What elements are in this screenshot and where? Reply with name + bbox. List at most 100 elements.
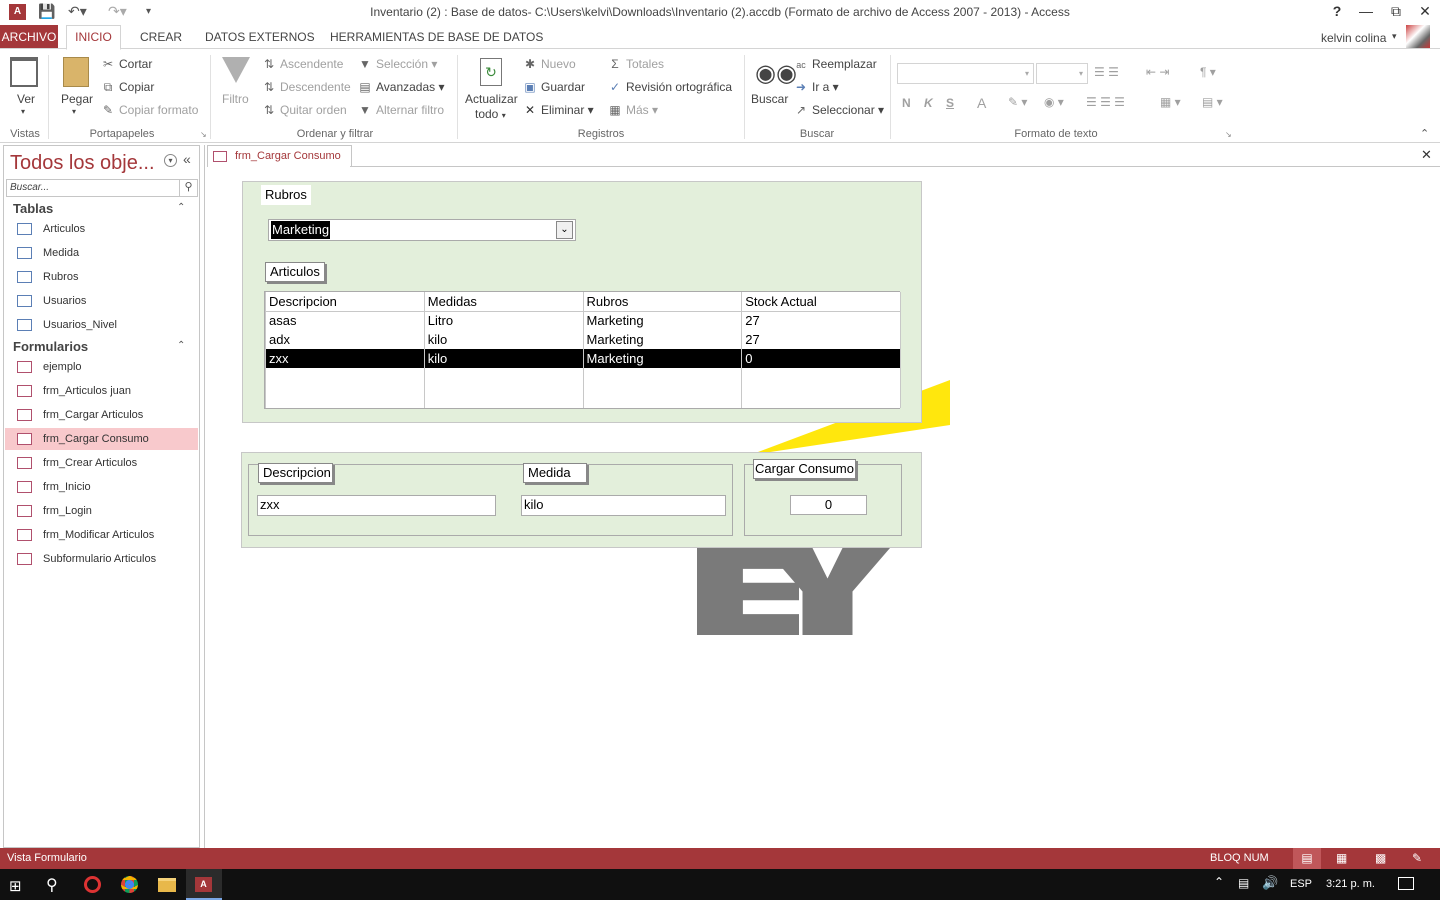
nav-table-item[interactable]: Usuarios xyxy=(5,290,198,312)
close-button[interactable]: ✕ xyxy=(1411,3,1439,20)
table-cell[interactable]: Marketing xyxy=(582,349,743,368)
chevron-up-icon[interactable]: ⌃ xyxy=(1214,875,1224,889)
datasheet-view-icon[interactable]: ▦ xyxy=(1336,851,1347,865)
table-row[interactable]: asas Litro Marketing 27 xyxy=(265,311,901,330)
nav-form-item[interactable]: frm_Inicio xyxy=(5,476,198,498)
tab-datos-externos[interactable]: DATOS EXTERNOS xyxy=(205,30,315,44)
cargar-consumo-field[interactable]: 0 xyxy=(790,495,867,515)
nav-form-item[interactable]: frm_Articulos juan xyxy=(5,380,198,402)
nav-search-box[interactable]: Buscar... ⚲ xyxy=(6,179,198,197)
paste-icon[interactable] xyxy=(63,57,89,87)
alternate-row-icon[interactable]: ▤ ▾ xyxy=(1202,95,1223,109)
search-icon[interactable]: ⚲ xyxy=(179,180,197,196)
user-name[interactable]: kelvin colina xyxy=(1321,31,1386,45)
italic-button[interactable]: K xyxy=(924,96,933,110)
help-button[interactable]: ? xyxy=(1323,3,1351,19)
ver-button[interactable]: Ver xyxy=(17,92,35,106)
table-cell[interactable]: Marketing xyxy=(582,311,743,330)
file-explorer-icon[interactable] xyxy=(158,878,176,892)
table-cell[interactable]: 0 xyxy=(741,349,901,368)
collapse-group-icon[interactable]: ⌃ xyxy=(177,340,185,351)
table-row-empty[interactable] xyxy=(265,368,901,408)
dialog-launcher-icon[interactable]: ↘ xyxy=(200,130,207,139)
descendente-button[interactable]: ⇅ Descendente xyxy=(262,80,351,94)
document-tab[interactable]: frm_Cargar Consumo xyxy=(207,145,352,167)
tab-inicio[interactable]: INICIO xyxy=(66,25,121,50)
refresh-icon[interactable]: ↻ xyxy=(480,58,502,86)
gridlines-icon[interactable]: ▦ ▾ xyxy=(1160,95,1181,109)
clock[interactable]: 3:21 p. m. xyxy=(1326,878,1375,890)
table-cell[interactable]: Litro xyxy=(423,311,584,330)
bullets-icon[interactable]: ☰ ☰ xyxy=(1094,65,1119,79)
collapse-ribbon-icon[interactable]: ⌃ xyxy=(1420,127,1429,140)
nav-form-item[interactable]: frm_Login xyxy=(5,500,198,522)
nav-menu-icon[interactable]: ▾ xyxy=(164,154,177,167)
rubros-combobox[interactable]: Marketing ⌄ xyxy=(268,219,576,241)
column-header[interactable]: Rubros xyxy=(582,292,743,312)
ir-a-button[interactable]: ➜ Ir a ▾ xyxy=(794,80,839,94)
highlight-icon[interactable]: ✎ ▾ xyxy=(1008,95,1027,109)
reemplazar-button[interactable]: ac Reemplazar xyxy=(794,57,876,71)
actualizar-button[interactable]: Actualizar xyxy=(465,92,518,106)
nav-form-item[interactable]: ejemplo xyxy=(5,356,198,378)
table-cell[interactable] xyxy=(265,368,425,408)
nav-table-item[interactable]: Rubros xyxy=(5,266,198,288)
font-size-select[interactable]: ▾ xyxy=(1036,63,1088,84)
table-row[interactable]: adx kilo Marketing 27 xyxy=(265,330,901,349)
chevron-down-icon[interactable]: ▾ xyxy=(1392,31,1397,42)
nav-form-item[interactable]: frm_Modificar Articulos xyxy=(5,524,198,546)
close-document-icon[interactable]: ✕ xyxy=(1421,147,1432,163)
nav-form-item[interactable]: Subformulario Articulos xyxy=(5,548,198,570)
pegar-button[interactable]: Pegar xyxy=(61,92,93,106)
table-cell[interactable]: zxx xyxy=(265,349,425,368)
ascendente-button[interactable]: ⇅ Ascendente xyxy=(262,57,343,71)
copiar-button[interactable]: ⧉ Copiar xyxy=(101,80,155,95)
indent-icon[interactable]: ⇤ ⇥ xyxy=(1146,65,1169,79)
nav-group-formularios[interactable]: Formularios xyxy=(13,339,88,354)
minimize-button[interactable]: — xyxy=(1352,3,1380,19)
cortar-button[interactable]: ✂ Cortar xyxy=(101,57,152,71)
avatar[interactable] xyxy=(1406,25,1430,49)
nav-title[interactable]: Todos los obje... xyxy=(10,152,155,175)
table-cell[interactable] xyxy=(741,368,901,408)
nav-table-item[interactable]: Articulos xyxy=(5,218,198,240)
layout-view-icon[interactable]: ▩ xyxy=(1375,851,1386,865)
seleccion-button[interactable]: ▼ Selección ▾ xyxy=(358,57,437,71)
revision-button[interactable]: ✓ Revisión ortográfica xyxy=(608,80,732,94)
alternar-filtro-button[interactable]: ▼ Alternar filtro xyxy=(358,103,444,117)
eliminar-button[interactable]: ✕ Eliminar ▾ xyxy=(523,103,594,117)
tab-crear[interactable]: CREAR xyxy=(140,30,182,44)
form-view-icon[interactable]: ▤ xyxy=(1293,848,1321,869)
filter-icon[interactable] xyxy=(222,57,250,83)
chevron-down-icon[interactable]: ⌄ xyxy=(556,221,573,239)
chrome-icon[interactable] xyxy=(121,876,138,893)
windows-start-icon[interactable]: ⊞ xyxy=(9,877,22,895)
column-header[interactable]: Medidas xyxy=(423,292,584,312)
search-input[interactable]: Buscar... xyxy=(10,182,49,193)
bold-button[interactable]: N xyxy=(902,96,911,110)
app-icon-red[interactable] xyxy=(84,876,101,893)
tab-archivo[interactable]: ARCHIVO xyxy=(0,25,58,49)
totales-button[interactable]: Σ Totales xyxy=(608,57,664,71)
view-icon[interactable] xyxy=(10,57,38,87)
collapse-group-icon[interactable]: ⌃ xyxy=(177,202,185,213)
table-cell[interactable]: asas xyxy=(265,311,425,330)
binoculars-icon[interactable]: ◉◉ xyxy=(755,59,797,88)
table-cell[interactable] xyxy=(423,368,584,408)
avanzadas-button[interactable]: ▤ Avanzadas ▾ xyxy=(358,80,444,94)
table-cell[interactable]: adx xyxy=(265,330,425,349)
seleccionar-button[interactable]: ↗ Seleccionar ▾ xyxy=(794,103,884,117)
table-cell[interactable]: 27 xyxy=(741,330,901,349)
dialog-launcher-icon[interactable]: ↘ xyxy=(1225,130,1232,139)
actualizar-todo-button[interactable]: todo ▾ xyxy=(475,107,506,121)
table-cell[interactable]: Marketing xyxy=(582,330,743,349)
mas-button[interactable]: ▦ Más ▾ xyxy=(608,103,658,117)
align-icon[interactable]: ☰ ☰ ☰ xyxy=(1086,95,1125,109)
nav-group-tablas[interactable]: Tablas xyxy=(13,201,53,216)
paragraph-icon[interactable]: ¶ ▾ xyxy=(1200,65,1216,79)
copiar-formato-button[interactable]: ✎ Copiar formato xyxy=(101,103,198,117)
buscar-button[interactable]: Buscar xyxy=(751,92,788,106)
collapse-nav-icon[interactable]: « xyxy=(183,151,191,167)
table-cell[interactable]: kilo xyxy=(423,349,584,368)
font-color-button[interactable]: A xyxy=(977,95,986,111)
